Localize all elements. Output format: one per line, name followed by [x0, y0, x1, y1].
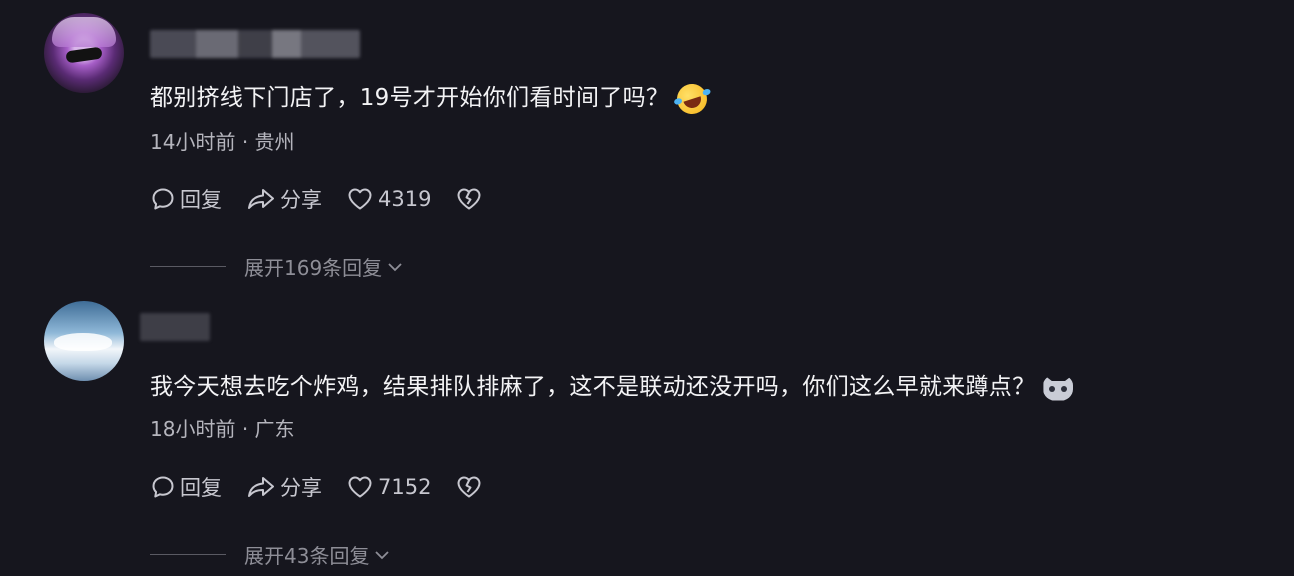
- meta-separator: ·: [241, 417, 249, 441]
- dislike-button[interactable]: [455, 186, 487, 212]
- meta-separator: ·: [241, 130, 249, 154]
- heart-icon: [348, 476, 372, 498]
- like-count: 4319: [378, 187, 432, 211]
- comment-time: 18小时前: [150, 417, 236, 441]
- share-arrow-icon: [248, 477, 274, 497]
- comment-location: 贵州: [254, 130, 295, 154]
- share-button[interactable]: 分享: [246, 184, 322, 214]
- share-arrow-icon: [248, 189, 274, 209]
- comment-meta: 14小时前 · 贵州: [150, 126, 295, 155]
- comment-actions: 回复 分享 4319: [150, 184, 511, 214]
- like-count: 7152: [378, 475, 432, 499]
- broken-heart-icon: [457, 188, 481, 210]
- rolling-laughing-emoji-icon: [673, 79, 712, 118]
- chevron-down-icon: [375, 550, 390, 559]
- speech-bubble-icon: [152, 476, 174, 498]
- comment-location: 广东: [254, 417, 295, 441]
- reply-button[interactable]: 回复: [150, 472, 222, 502]
- avatar-hair: [52, 17, 116, 47]
- username-blurred[interactable]: [150, 30, 360, 58]
- avatar-mask: [65, 46, 103, 64]
- like-button[interactable]: 7152: [346, 474, 431, 500]
- comment-text: 都别挤线下门店了，19号才开始你们看时间了吗？: [150, 78, 712, 118]
- comment-meta: 18小时前 · 广东: [150, 413, 295, 442]
- divider-line: [150, 554, 226, 555]
- reply-button[interactable]: 回复: [150, 184, 222, 214]
- share-button[interactable]: 分享: [246, 472, 322, 502]
- expand-replies-button[interactable]: 展开43条回复: [150, 540, 391, 569]
- broken-heart-icon: [457, 476, 481, 498]
- share-label: 分享: [280, 188, 322, 212]
- avatar-wave: [54, 333, 112, 351]
- speech-bubble-icon: [152, 188, 174, 210]
- comment-list: 都别挤线下门店了，19号才开始你们看时间了吗？ 14小时前 · 贵州 回复 分享: [0, 0, 1294, 576]
- dislike-button[interactable]: [455, 474, 487, 500]
- avatar[interactable]: [44, 13, 124, 93]
- share-label: 分享: [280, 476, 322, 500]
- comment-time: 14小时前: [150, 130, 236, 154]
- like-button[interactable]: 4319: [346, 186, 431, 212]
- expand-label: 展开169条回复: [244, 256, 383, 280]
- comment-actions: 回复 分享 7152: [150, 472, 511, 502]
- expand-replies-button[interactable]: 展开169条回复: [150, 252, 404, 281]
- heart-icon: [348, 188, 372, 210]
- username-blurred[interactable]: [140, 313, 210, 341]
- comment-body: 我今天想去吃个炸鸡，结果排队排麻了，这不是联动还没开吗，你们这么早就来蹲点？: [150, 374, 1036, 400]
- expand-label: 展开43条回复: [244, 544, 370, 568]
- comment-text: 我今天想去吃个炸鸡，结果排队排麻了，这不是联动还没开吗，你们这么早就来蹲点？: [150, 367, 1074, 401]
- avatar[interactable]: [44, 301, 124, 381]
- reply-label: 回复: [180, 476, 222, 500]
- cat-face-emoji-icon: [1043, 374, 1074, 401]
- divider-line: [150, 266, 226, 267]
- chevron-down-icon: [388, 262, 402, 271]
- reply-label: 回复: [180, 188, 222, 212]
- comment-body: 都别挤线下门店了，19号才开始你们看时间了吗？: [150, 85, 670, 111]
